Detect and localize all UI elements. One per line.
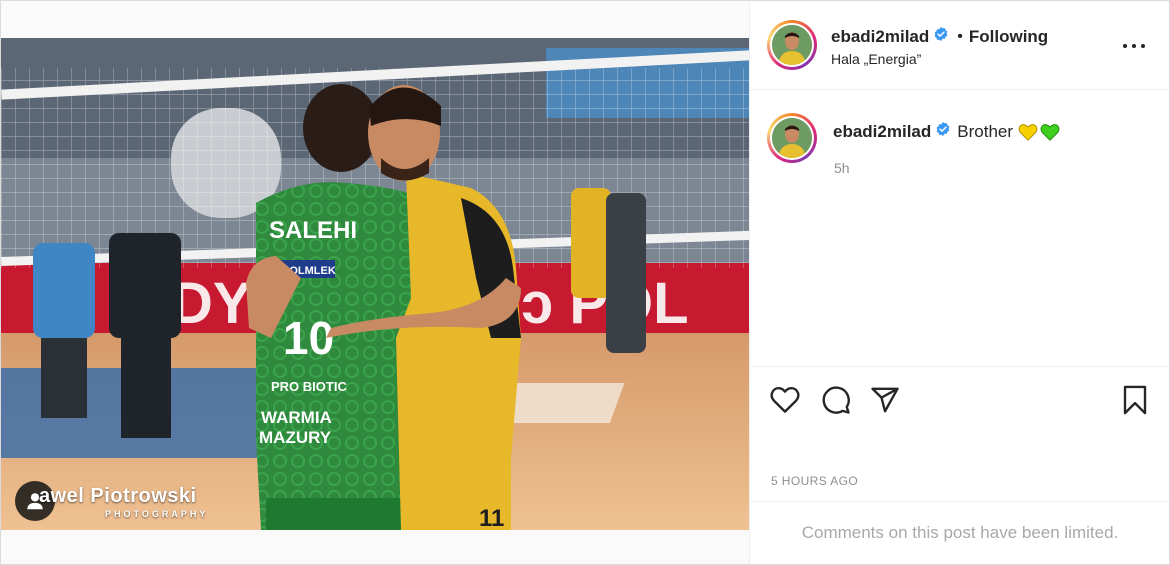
caption-relative-time[interactable]: 5h xyxy=(834,160,850,176)
yellow-heart-icon xyxy=(1018,123,1038,141)
photo-illustration: DY ɔ POL SALEHI POLMLEK 10 PRO BIOTIC WA… xyxy=(1,38,749,530)
bookmark-icon xyxy=(1123,385,1147,415)
banner-text: DY xyxy=(171,271,252,336)
svg-text:MAZURY: MAZURY xyxy=(259,428,332,447)
caption-body: Brother xyxy=(957,121,1014,141)
svg-text:WARMIA: WARMIA xyxy=(261,408,332,427)
comments-limited-notice: Comments on this post have been limited. xyxy=(751,501,1169,564)
separator-dot: • xyxy=(957,27,963,45)
post-media[interactable]: DY ɔ POL SALEHI POLMLEK 10 PRO BIOTIC WA… xyxy=(1,1,750,564)
more-options-button[interactable] xyxy=(1123,35,1145,57)
caption-author-avatar[interactable] xyxy=(767,113,817,163)
share-button[interactable] xyxy=(868,383,902,417)
post-photo[interactable]: DY ɔ POL SALEHI POLMLEK 10 PRO BIOTIC WA… xyxy=(1,38,749,530)
comment-button[interactable] xyxy=(819,383,853,417)
post-details-panel: ebadi2milad • Following Hala „Energia” e… xyxy=(751,1,1169,564)
svg-text:PRO BIOTIC: PRO BIOTIC xyxy=(271,379,347,394)
author-username[interactable]: ebadi2milad xyxy=(831,27,929,47)
verified-badge-icon xyxy=(933,26,949,47)
more-dot-icon xyxy=(1132,44,1136,48)
post-caption: ebadi2milad Brother 5h xyxy=(751,91,1169,366)
post-header: ebadi2milad • Following Hala „Energia” xyxy=(751,1,1169,90)
paper-plane-icon xyxy=(871,387,899,413)
verified-badge-icon xyxy=(935,121,951,142)
photo-credit-name: awel Piotrowski xyxy=(39,485,197,507)
svg-text:11: 11 xyxy=(479,505,504,530)
comment-bubble-icon xyxy=(822,386,850,414)
instagram-post: DY ɔ POL SALEHI POLMLEK 10 PRO BIOTIC WA… xyxy=(0,0,1170,565)
post-timestamp[interactable]: 5 HOURS AGO xyxy=(771,474,858,488)
svg-text:10: 10 xyxy=(283,312,334,364)
jersey-name: SALEHI xyxy=(269,217,357,244)
author-avatar[interactable] xyxy=(767,20,817,70)
following-button[interactable]: Following xyxy=(969,27,1048,47)
more-dot-icon xyxy=(1141,44,1145,48)
caption-username[interactable]: ebadi2milad xyxy=(833,122,931,142)
photo-credit-watermark: awel Piotrowski PHOTOGRAPHY xyxy=(39,485,208,519)
green-heart-icon xyxy=(1040,123,1060,141)
action-bar xyxy=(751,366,1169,466)
heart-icon xyxy=(770,386,800,413)
avatar-image xyxy=(772,118,812,158)
like-button[interactable] xyxy=(768,383,802,417)
photo-credit-sub: PHOTOGRAPHY xyxy=(105,509,209,519)
caption-emojis xyxy=(1018,123,1060,141)
location-link[interactable]: Hala „Energia” xyxy=(831,51,921,67)
more-dot-icon xyxy=(1123,44,1127,48)
avatar-image xyxy=(772,25,812,65)
save-button[interactable] xyxy=(1118,383,1152,417)
caption-text-row: ebadi2milad Brother xyxy=(833,121,1060,142)
